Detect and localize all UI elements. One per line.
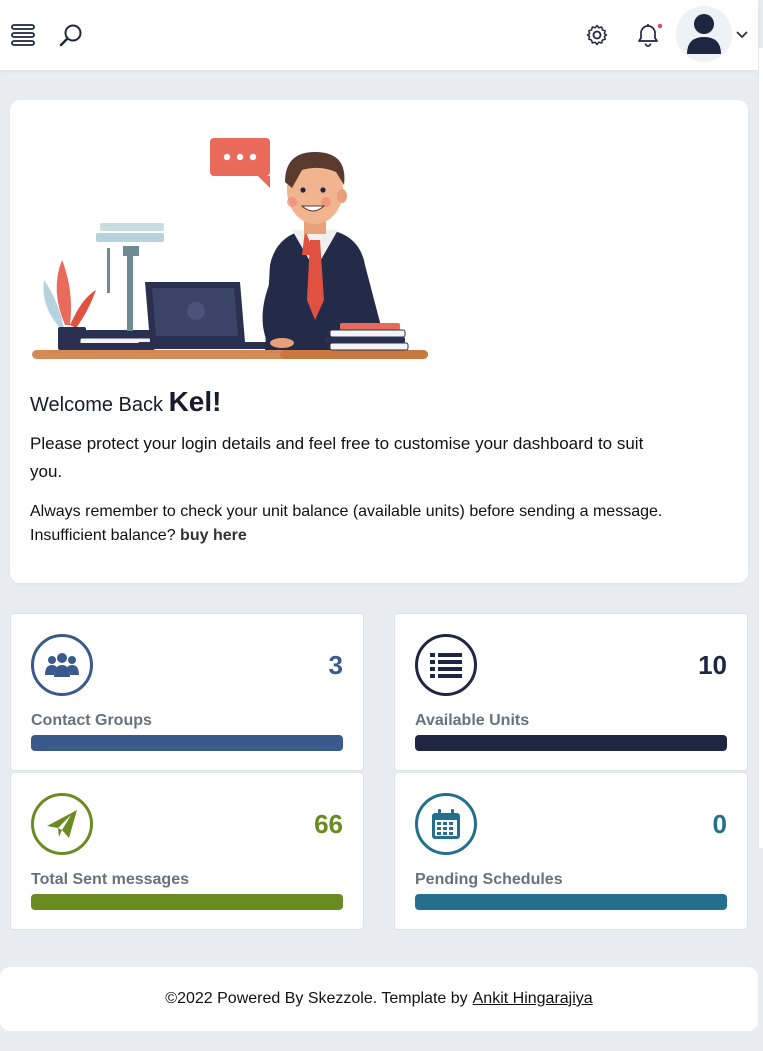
top-navbar (0, 0, 758, 70)
chevron-down-icon[interactable] (735, 28, 749, 42)
scrollbar-strip (758, 48, 763, 848)
paper-plane-icon (31, 793, 93, 855)
stat-value: 66 (314, 809, 343, 839)
stat-label: Available Units (415, 712, 530, 729)
search-icon[interactable] (58, 22, 84, 48)
welcome-card: Welcome Back Kel! Please protect your lo… (10, 100, 748, 583)
footer: ©2022 Powered By Skezzole. Template by A… (0, 967, 758, 1031)
stat-card-pending-schedules[interactable]: 0 Pending Schedules (394, 772, 748, 930)
template-author-link[interactable]: Ankit Hingarajiya (473, 990, 593, 1008)
stat-card-available-units[interactable]: 10 Available Units (394, 613, 748, 771)
stat-bar (31, 894, 343, 910)
gear-icon[interactable] (584, 22, 610, 48)
list-icon (415, 634, 477, 696)
stat-card-contact-groups[interactable]: 3 Contact Groups (10, 613, 364, 771)
balance-reminder: Always remember to check your unit balan… (30, 500, 730, 548)
welcome-message: Please protect your login details and fe… (30, 434, 644, 481)
stat-bar (31, 735, 343, 751)
reminder-text: Always remember to check your unit balan… (30, 503, 663, 544)
bell-icon[interactable] (634, 22, 662, 48)
stat-label: Total Sent messages (31, 871, 189, 888)
stat-value: 3 (328, 650, 343, 680)
footer-text: ©2022 Powered By Skezzole. Template by (165, 990, 468, 1007)
user-icon (687, 14, 721, 54)
buy-units-link[interactable]: buy here (180, 527, 247, 544)
stat-value: 0 (712, 809, 727, 839)
hamburger-icon[interactable] (10, 22, 36, 48)
user-name: Kel! (168, 386, 222, 417)
welcome-heading: Welcome Back Kel! (30, 386, 221, 418)
notification-dot (657, 23, 662, 29)
calendar-icon (415, 793, 477, 855)
avatar[interactable] (676, 6, 732, 62)
users-icon (31, 634, 93, 696)
stat-label: Contact Groups (31, 712, 152, 729)
stat-card-total-sent[interactable]: 66 Total Sent messages (10, 772, 364, 930)
stat-bar (415, 735, 727, 751)
stat-value: 10 (698, 650, 727, 680)
workspace-illustration (32, 138, 428, 359)
stat-label: Pending Schedules (415, 871, 563, 888)
stat-bar (415, 894, 727, 910)
welcome-greeting: Welcome Back (30, 394, 164, 416)
